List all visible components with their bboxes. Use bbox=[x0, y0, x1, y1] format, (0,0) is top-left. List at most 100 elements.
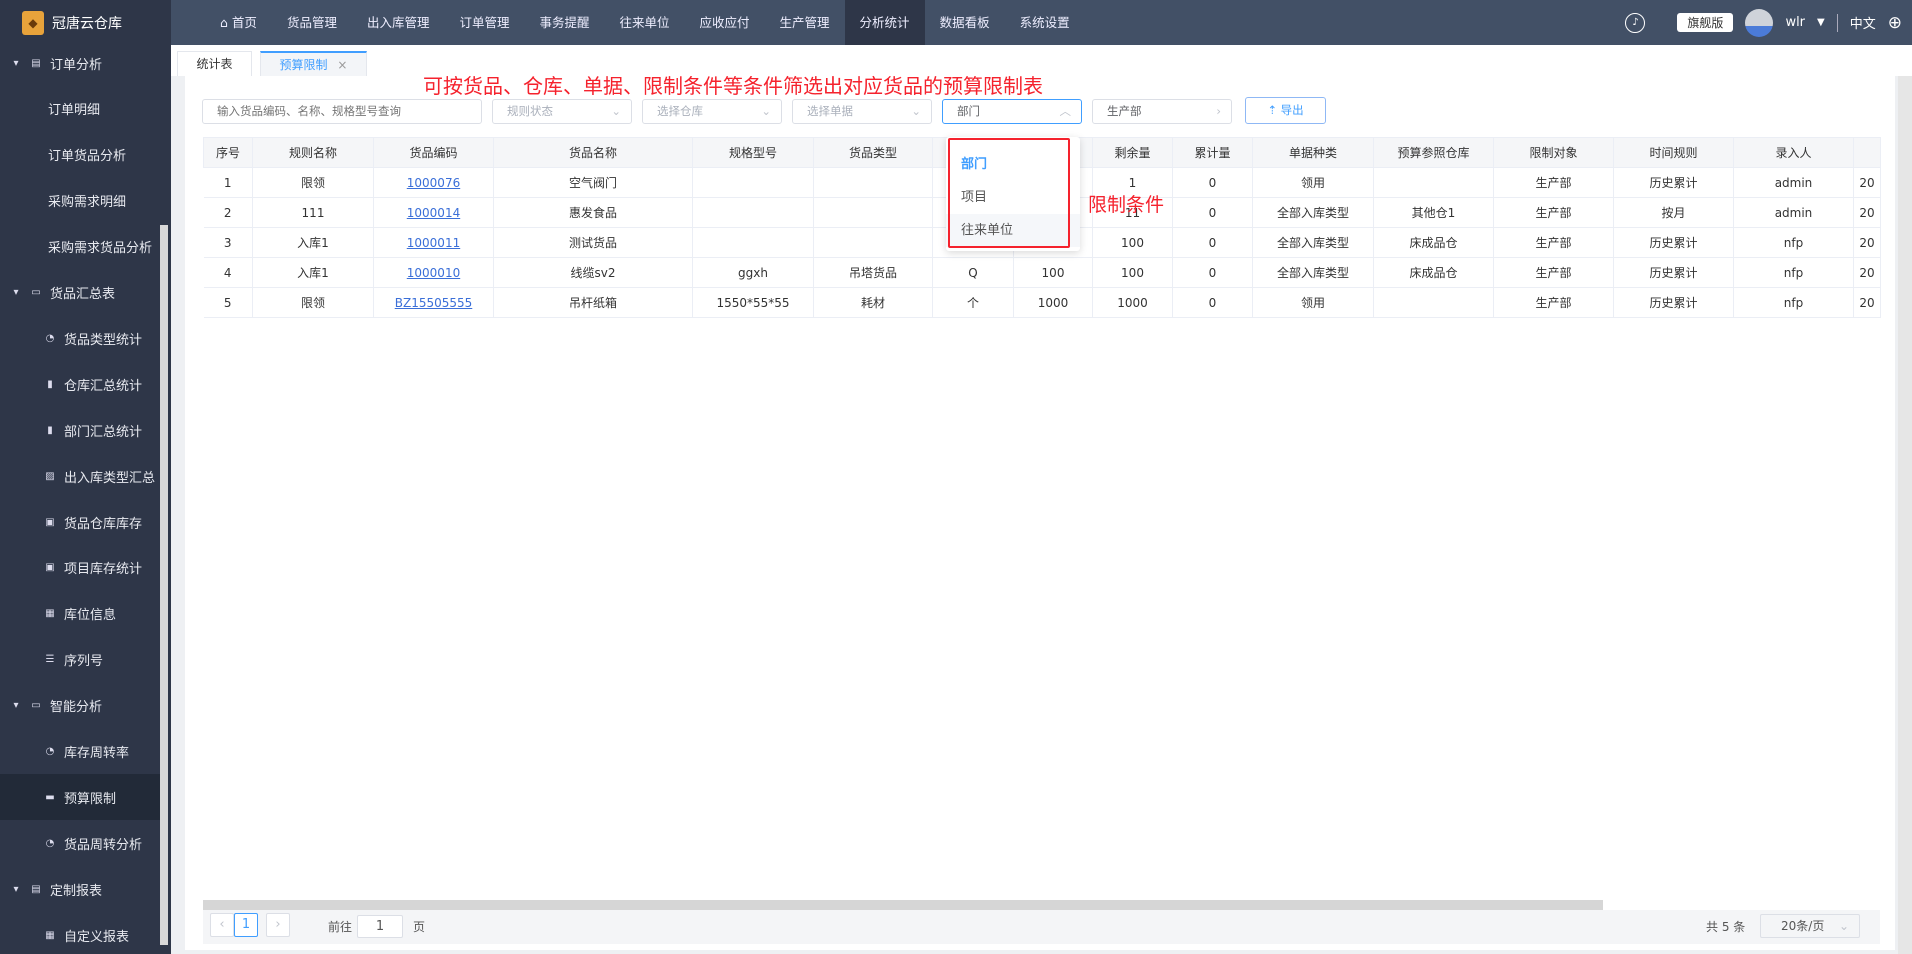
app-logo[interactable]: ◆ 冠唐云仓库 bbox=[0, 0, 171, 45]
column-header[interactable]: 规则名称 bbox=[252, 137, 374, 168]
cell-text: 生产部 bbox=[1535, 266, 1572, 280]
table-cell: 耗材 bbox=[813, 287, 933, 318]
table-row[interactable]: 5 限领 BZ15505555 吊杆纸箱 1550*55*55 耗材 个 1000 1000 0 领… bbox=[203, 287, 1881, 318]
table-cell: 领用 bbox=[1252, 167, 1374, 198]
nav-item[interactable]: 应收应付 bbox=[685, 0, 765, 45]
sidebar-group[interactable]: ▾ ▤ 定制报表 bbox=[0, 866, 160, 912]
avatar[interactable] bbox=[1745, 8, 1774, 37]
globe-icon[interactable]: ⊕ bbox=[1888, 13, 1902, 33]
tab-budget-limit[interactable]: 预算限制 × bbox=[260, 51, 367, 76]
tab-statistics[interactable]: 统计表 bbox=[177, 51, 252, 76]
table-cell: 吊杆纸箱 bbox=[493, 287, 693, 318]
column-header[interactable]: 货品编码 bbox=[373, 137, 494, 168]
search-input[interactable] bbox=[202, 99, 482, 124]
nav-item[interactable]: 事务提醒 bbox=[524, 0, 604, 45]
page-scrollbar[interactable] bbox=[1898, 76, 1912, 954]
item-code-link[interactable]: 1000011 bbox=[407, 236, 460, 250]
column-header[interactable]: 累计量 bbox=[1172, 137, 1253, 168]
sidebar-item[interactable]: ◔ 货品类型统计 bbox=[0, 315, 160, 361]
language-switch[interactable]: 中文 bbox=[1850, 13, 1876, 32]
column-header[interactable]: 预算参照仓库 bbox=[1373, 137, 1494, 168]
page-size-select[interactable]: 20条/页 ⌄ bbox=[1760, 914, 1860, 938]
sidebar-item[interactable]: ▮ 仓库汇总统计 bbox=[0, 361, 160, 407]
column-header[interactable]: 序号 bbox=[203, 137, 253, 168]
sidebar-item[interactable]: ▮ 部门汇总统计 bbox=[0, 407, 160, 453]
table-row[interactable]: 4 入库1 1000010 线缆sv2 ggxh 吊塔货品 Q 100 100 0 全部入库类型 床成… bbox=[203, 257, 1881, 288]
sidebar-item[interactable]: ▦ 自定义报表 bbox=[0, 912, 160, 954]
table-cell: 个 bbox=[932, 287, 1014, 318]
nav-item[interactable]: ⌂ 首页 bbox=[205, 0, 272, 45]
item-code-link[interactable]: 1000076 bbox=[407, 176, 460, 190]
nav-item[interactable]: 订单管理 bbox=[444, 0, 524, 45]
sidebar-item[interactable]: ☰ 序列号 bbox=[0, 637, 160, 683]
sidebar-item[interactable]: ◔ 库存周转率 bbox=[0, 729, 160, 775]
page-1-button[interactable]: 1 bbox=[234, 913, 258, 937]
column-header[interactable]: 录入人 bbox=[1733, 137, 1854, 168]
column-header[interactable]: 货品类型 bbox=[813, 137, 933, 168]
table-cell: admin bbox=[1733, 167, 1854, 198]
table-cell: 0 bbox=[1172, 167, 1253, 198]
sidebar-item[interactable]: 订单明细 bbox=[0, 86, 160, 132]
sidebar-scrollbar[interactable] bbox=[160, 225, 168, 945]
sidebar-label: 订单货品分析 bbox=[48, 149, 127, 165]
nav-item[interactable]: 系统设置 bbox=[1005, 0, 1085, 45]
sidebar-item[interactable]: 采购需求货品分析 bbox=[0, 224, 160, 270]
table-cell: 生产部 bbox=[1493, 197, 1614, 228]
rule-status-select[interactable]: 规则状态 ⌄ bbox=[492, 99, 632, 124]
column-header[interactable]: 限制对象 bbox=[1493, 137, 1614, 168]
condition-value-cascader[interactable]: 生产部 › bbox=[1092, 99, 1232, 124]
table-cell: 生产部 bbox=[1493, 227, 1614, 258]
sidebar-item[interactable]: ▦ 库位信息 bbox=[0, 591, 160, 637]
sidebar-label: 货品周转分析 bbox=[64, 837, 143, 853]
table-cell: 1000 bbox=[1092, 287, 1173, 318]
sidebar-group[interactable]: ▾ ▤ 订单分析 bbox=[0, 45, 160, 86]
nav-item[interactable]: 往来单位 bbox=[605, 0, 685, 45]
sidebar-item[interactable]: ▬ 预算限制 bbox=[0, 774, 160, 821]
column-header[interactable] bbox=[1853, 137, 1881, 168]
item-code-link[interactable]: 1000014 bbox=[407, 206, 460, 220]
column-header[interactable]: 时间规则 bbox=[1613, 137, 1734, 168]
user-name[interactable]: wlr bbox=[1785, 15, 1805, 30]
item-code-link[interactable]: 1000010 bbox=[407, 266, 460, 280]
nav-item[interactable]: 出入库管理 bbox=[352, 0, 445, 45]
column-header[interactable]: 规格型号 bbox=[692, 137, 814, 168]
next-page-button[interactable]: › bbox=[266, 913, 290, 937]
sidebar-group[interactable]: ▾ ▭ 智能分析 bbox=[0, 683, 160, 729]
column-header[interactable]: 货品名称 bbox=[493, 137, 693, 168]
sidebar-item[interactable]: ◔ 货品周转分析 bbox=[0, 820, 160, 866]
column-header[interactable]: 剩余量 bbox=[1092, 137, 1173, 168]
table-cell: 入库1 bbox=[252, 257, 374, 288]
prev-page-button[interactable]: ‹ bbox=[210, 913, 234, 937]
warehouse-select[interactable]: 选择仓库 ⌄ bbox=[642, 99, 782, 124]
user-menu-caret-icon[interactable]: ▼ bbox=[1817, 17, 1825, 28]
table-cell: 按月 bbox=[1613, 197, 1734, 228]
condition-type-select[interactable]: 部门 ︿ bbox=[942, 99, 1082, 124]
nav-item[interactable]: 数据看板 bbox=[925, 0, 1005, 45]
close-icon[interactable]: × bbox=[337, 58, 347, 72]
cell-text: 吊杆纸箱 bbox=[568, 296, 617, 310]
cell-text: nfp bbox=[1783, 265, 1804, 280]
sidebar-item[interactable]: 订单货品分析 bbox=[0, 132, 160, 178]
table-horizontal-scrollbar[interactable] bbox=[203, 900, 1603, 910]
export-button[interactable]: ⇡ 导出 bbox=[1245, 97, 1326, 124]
sidebar-item[interactable]: ▨ 出入库类型汇总 bbox=[0, 453, 160, 499]
table-cell: 床成品仓 bbox=[1373, 227, 1494, 258]
theme-icon[interactable]: ♪ bbox=[1625, 12, 1646, 33]
sidebar-label: 自定义报表 bbox=[64, 929, 130, 945]
document-select[interactable]: 选择单据 ⌄ bbox=[792, 99, 932, 124]
sidebar-group[interactable]: ▾ ▭ 货品汇总表 bbox=[0, 270, 160, 316]
goto-page-input[interactable]: 1 bbox=[357, 915, 403, 938]
table-cell: 空气阀门 bbox=[493, 167, 693, 198]
sidebar-item[interactable]: 采购需求明细 bbox=[0, 178, 160, 224]
nav-item[interactable]: 生产管理 bbox=[765, 0, 845, 45]
column-header[interactable]: 单据种类 bbox=[1252, 137, 1374, 168]
nav-item[interactable]: 货品管理 bbox=[272, 0, 352, 45]
sidebar-item[interactable]: ▣ 货品仓库库存 bbox=[0, 499, 160, 545]
cell-text: 20 bbox=[1859, 295, 1875, 310]
nav-item[interactable]: 分析统计 bbox=[844, 0, 925, 45]
nav-label: 货品管理 bbox=[286, 15, 337, 30]
item-code-link[interactable]: BZ15505555 bbox=[395, 296, 473, 310]
cell-text: 20 bbox=[1859, 205, 1875, 220]
sidebar-item[interactable]: ▣ 项目库存统计 bbox=[0, 545, 160, 591]
pie-chart-icon: ◔ bbox=[45, 332, 55, 344]
